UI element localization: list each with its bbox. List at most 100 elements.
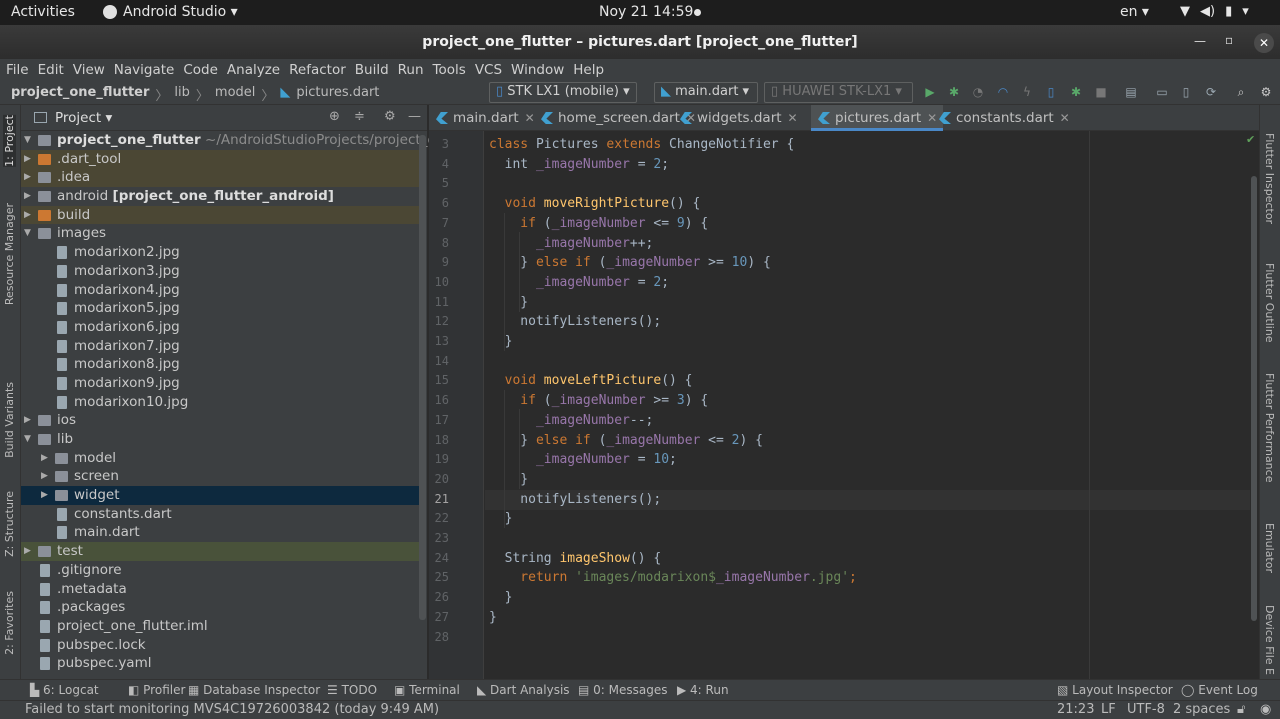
inspection-ok-icon[interactable]: ✔	[1246, 133, 1255, 146]
code-line[interactable]: if (_imageNumber >= 3) {	[489, 393, 708, 408]
expand-arrow-icon[interactable]: ▶	[41, 486, 48, 505]
tab-structure[interactable]: Z: Structure	[3, 491, 16, 557]
editor-scrollbar[interactable]	[1251, 176, 1257, 621]
tool-run[interactable]: ▶ 4: Run	[677, 683, 729, 697]
expand-arrow-icon[interactable]: ▶	[41, 449, 48, 468]
file-item[interactable]: project_one_flutter.iml	[21, 617, 419, 636]
expand-arrow-icon[interactable]: ▼	[24, 131, 31, 150]
lock-icon[interactable]: 🔓︎	[1237, 702, 1245, 717]
tool-dart[interactable]: ◣ Dart Analysis	[477, 683, 570, 697]
breadcrumb-model[interactable]: model	[215, 85, 255, 104]
code-line[interactable]: }	[489, 472, 528, 487]
code-line[interactable]: }	[489, 295, 528, 310]
line-separator[interactable]: LF	[1101, 702, 1116, 717]
expand-arrow-icon[interactable]: ▶	[41, 467, 48, 486]
breadcrumb-file[interactable]: pictures.dart	[296, 85, 379, 104]
code-line[interactable]: int _imageNumber = 2;	[489, 157, 669, 172]
tab-flutter-inspector[interactable]: Flutter Inspector	[1263, 133, 1276, 224]
tab-main[interactable]: main.dart ✕	[429, 105, 541, 131]
folder-item[interactable]: ▼ images	[21, 224, 419, 243]
expand-arrow-icon[interactable]: ▶	[24, 542, 31, 561]
keyboard-language[interactable]: en ▾	[1120, 4, 1149, 20]
coverage-icon[interactable]: ◔	[971, 85, 985, 99]
project-view-selector[interactable]: Project ▾	[55, 110, 112, 126]
tab-flutter-outline[interactable]: Flutter Outline	[1263, 263, 1276, 343]
menu-navigate[interactable]: Navigate	[114, 62, 175, 78]
close-tab-icon[interactable]: ✕	[1060, 105, 1070, 131]
system-tray[interactable]: ▼ ◀) ▮ ▾	[1180, 4, 1249, 19]
folder-item[interactable]: ▶ build	[21, 205, 419, 225]
menu-vcs[interactable]: VCS	[475, 62, 502, 78]
code-line[interactable]: }	[489, 610, 497, 625]
tool-event-log[interactable]: ◯ Event Log	[1181, 683, 1258, 697]
code-line[interactable]: notifyListeners();	[489, 314, 661, 329]
tab-constants[interactable]: constants.dart ✕	[932, 105, 1076, 131]
code-line[interactable]: void moveLeftPicture() {	[489, 373, 693, 388]
folder-item[interactable]: ▶ android [project_one_flutter_android]	[21, 187, 419, 206]
tab-pictures[interactable]: pictures.dart ✕	[811, 105, 944, 131]
panel-settings-icon[interactable]: ⚙	[384, 109, 396, 124]
gradle-sync-icon[interactable]: ⟳	[1204, 85, 1218, 99]
code-line[interactable]: void moveRightPicture() {	[489, 196, 701, 211]
code-line[interactable]: } else if (_imageNumber >= 10) {	[489, 255, 771, 270]
file-item[interactable]: modarixon7.jpg	[21, 337, 419, 356]
tool-layout-inspector[interactable]: ▧ Layout Inspector	[1057, 683, 1173, 697]
file-item[interactable]: modarixon2.jpg	[21, 243, 419, 262]
sdk-manager-icon[interactable]: ▯	[1179, 85, 1193, 99]
file-item[interactable]: modarixon9.jpg	[21, 374, 419, 393]
expand-arrow-icon[interactable]: ▶	[24, 187, 31, 206]
debug-icon[interactable]: ✱	[947, 85, 961, 99]
menu-tools[interactable]: Tools	[433, 62, 466, 78]
device-selector[interactable]: ▯ STK LX1 (mobile) ▾	[489, 82, 637, 103]
avd-manager-icon[interactable]: ▭	[1155, 85, 1169, 99]
tool-terminal[interactable]: ▣ Terminal	[394, 683, 460, 697]
menu-help[interactable]: Help	[573, 62, 604, 78]
file-item[interactable]: modarixon4.jpg	[21, 281, 419, 300]
code-line[interactable]: class Pictures extends ChangeNotifier {	[489, 137, 794, 152]
search-everywhere-icon[interactable]: ⌕	[1234, 85, 1248, 99]
code-line[interactable]: }	[489, 590, 513, 605]
folder-item[interactable]: ▶ .idea	[21, 168, 419, 188]
locate-file-icon[interactable]: ⊕	[329, 109, 340, 124]
target-device-selector[interactable]: ▯ HUAWEI STK-LX1 ▾	[764, 82, 913, 103]
file-item[interactable]: .packages	[21, 598, 419, 617]
folder-item[interactable]: ▼ lib	[21, 430, 419, 449]
menu-refactor[interactable]: Refactor	[289, 62, 346, 78]
system-clock[interactable]: Noy 21 14:59	[599, 4, 693, 20]
file-item[interactable]: modarixon5.jpg	[21, 299, 419, 318]
menu-analyze[interactable]: Analyze	[227, 62, 280, 78]
power-menu-icon[interactable]: ▾	[1242, 4, 1249, 19]
tool-database[interactable]: ▦ Database Inspector	[188, 683, 320, 697]
collapse-all-icon[interactable]: ≑	[354, 109, 365, 124]
folder-item[interactable]: ▶ .dart_tool	[21, 149, 419, 169]
activities-button[interactable]: Activities	[11, 4, 75, 20]
code-line[interactable]: String imageShow() {	[489, 551, 662, 566]
tab-widgets[interactable]: widgets.dart ✕	[673, 105, 804, 131]
code-line[interactable]: _imageNumber = 2;	[489, 275, 669, 290]
tool-logcat[interactable]: ▙ 6: Logcat	[30, 683, 99, 697]
volume-icon[interactable]: ◀)	[1200, 4, 1215, 19]
run-config-selector[interactable]: ◣ main.dart ▾	[654, 82, 758, 103]
apply-changes-icon[interactable]: ▯	[1044, 85, 1058, 99]
tab-flutter-performance[interactable]: Flutter Performance	[1263, 373, 1276, 482]
project-structure-icon[interactable]: ▤	[1124, 85, 1138, 99]
menu-edit[interactable]: Edit	[38, 62, 64, 78]
code-line[interactable]: notifyListeners();	[489, 492, 661, 507]
code-line[interactable]: }	[489, 511, 513, 526]
menu-window[interactable]: Window	[511, 62, 564, 78]
breadcrumb-lib[interactable]: lib	[174, 85, 189, 104]
code-line[interactable]: _imageNumber--;	[489, 413, 653, 428]
status-message[interactable]: Failed to start monitoring MVS4C19726003…	[25, 702, 439, 717]
menu-view[interactable]: View	[73, 62, 105, 78]
event-icon[interactable]: ◉	[1260, 702, 1271, 717]
maximize-icon[interactable]: ▫	[1225, 33, 1233, 47]
file-item[interactable]: main.dart	[21, 523, 419, 542]
battery-icon[interactable]: ▮	[1225, 4, 1232, 19]
tab-emulator[interactable]: Emulator	[1263, 523, 1276, 573]
file-encoding[interactable]: UTF-8	[1127, 702, 1165, 717]
file-item[interactable]: pubspec.lock	[21, 636, 419, 655]
run-icon[interactable]: ▶	[923, 85, 937, 99]
code-editor[interactable]: class Pictures extends ChangeNotifier { …	[485, 131, 1259, 679]
tab-build-variants[interactable]: Build Variants	[3, 382, 16, 458]
app-menu[interactable]: Android Studio ▾	[103, 4, 238, 20]
